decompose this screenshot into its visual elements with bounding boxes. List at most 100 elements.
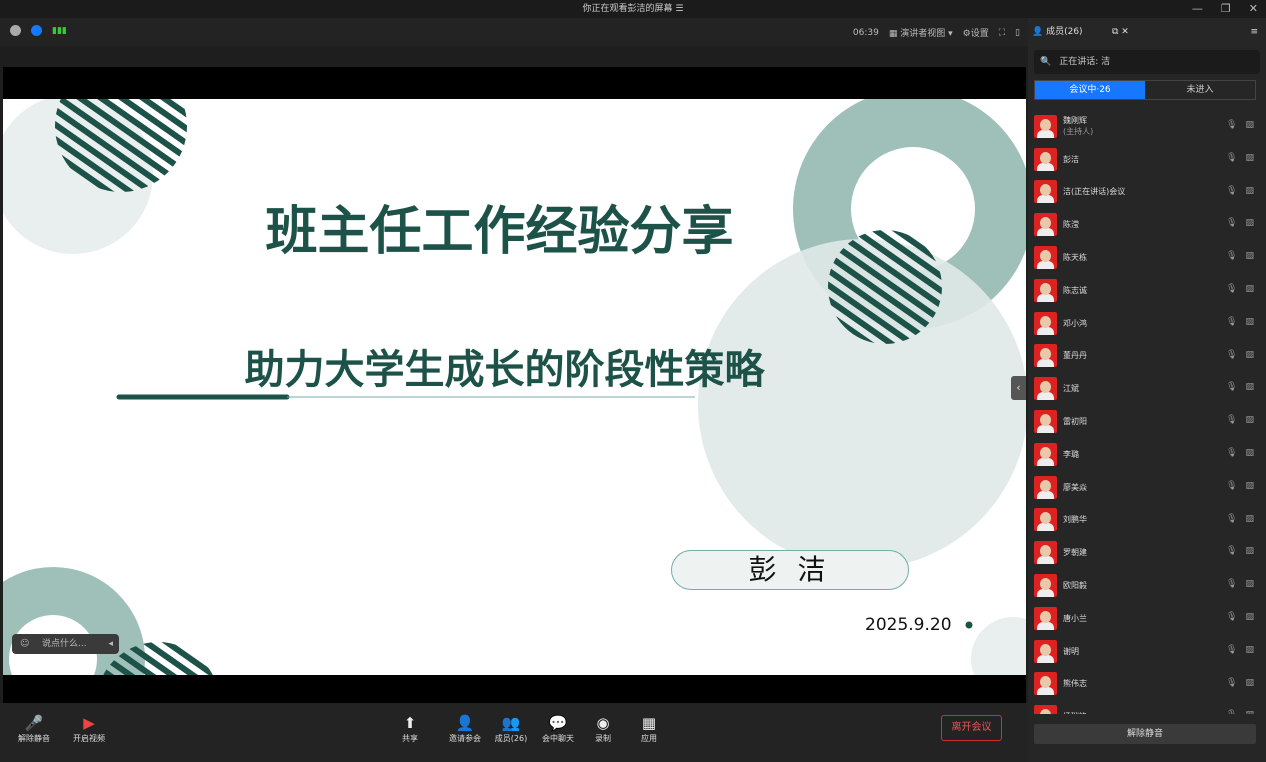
record-button[interactable]: ◉ 录制 <box>578 713 628 744</box>
mic-icon[interactable]: 🎙 <box>1226 186 1237 196</box>
member-row[interactable]: 刘鹏华 🎙 ▨ <box>1028 504 1266 537</box>
mic-icon[interactable]: 🎙 <box>1226 612 1237 622</box>
mic-icon[interactable]: 🎙 <box>1226 153 1237 163</box>
member-search[interactable]: 🔍 正在讲话: 洁 <box>1034 50 1260 74</box>
mic-icon[interactable]: 🎙 <box>1226 678 1237 688</box>
mic-icon[interactable]: 🎙 <box>1226 710 1237 714</box>
mic-icon[interactable]: 🎙 <box>1226 350 1237 360</box>
member-row[interactable]: 廖美焱 🎙 ▨ <box>1028 471 1266 504</box>
camera-off-icon[interactable]: ▨ <box>1245 317 1254 327</box>
mic-icon[interactable]: 🎙 <box>1226 481 1237 491</box>
avatar <box>1034 180 1057 204</box>
mic-icon[interactable]: 🎙 <box>1226 120 1237 130</box>
member-row[interactable]: 唐小兰 🎙 ▨ <box>1028 602 1266 635</box>
member-row[interactable]: 李璐 🎙 ▨ <box>1028 438 1266 471</box>
slide-subtitle: 助力大学生成长的阶段性策略 <box>244 346 765 393</box>
mic-icon[interactable]: 🎙 <box>1226 218 1237 228</box>
settings-button[interactable]: ⚙设置 <box>963 26 989 39</box>
member-row[interactable]: 杨瑞锋🎙▨ <box>1028 700 1266 714</box>
camera-off-icon[interactable]: ▨ <box>1245 579 1254 589</box>
collapse-left-icon[interactable]: ◂ <box>108 634 113 654</box>
camera-off-icon[interactable]: ▨ <box>1245 710 1254 714</box>
camera-off-icon[interactable]: ▨ <box>1245 514 1254 524</box>
member-status: 🎙▨ <box>1226 382 1254 392</box>
mic-icon[interactable]: 🎙 <box>1226 546 1237 556</box>
mic-icon[interactable]: 🎙 <box>1226 645 1237 655</box>
mic-icon[interactable]: 🎙 <box>1226 317 1237 327</box>
slide-title: 班主任工作经验分享 <box>265 201 734 262</box>
search-icon[interactable]: 🔍 <box>1040 50 1051 74</box>
member-row[interactable]: 熊伟志 🎙 ▨ <box>1028 668 1266 701</box>
leave-meeting-button[interactable]: 离开会议 <box>941 715 1002 741</box>
member-row[interactable]: 陈天栋 🎙 ▨ <box>1028 241 1266 274</box>
mic-icon[interactable]: 🎙 <box>1226 382 1237 392</box>
camera-off-icon[interactable]: ▨ <box>1245 678 1254 688</box>
camera-off-icon[interactable]: ▨ <box>1245 645 1254 655</box>
member-status: 🎙▨ <box>1226 514 1254 524</box>
maximize-icon[interactable]: ❐ <box>1221 0 1231 18</box>
member-row[interactable]: 洁(正在讲话)会议 🎙 ▨ <box>1028 176 1266 209</box>
unmute-button[interactable]: 🎤 解除静音 <box>9 713 59 744</box>
mic-icon[interactable]: 🎙 <box>1226 284 1237 294</box>
fullscreen-icon[interactable]: ⛶ <box>999 28 1005 38</box>
camera-off-icon[interactable]: ▨ <box>1245 284 1254 294</box>
mic-icon[interactable]: 🎙 <box>1226 579 1237 589</box>
member-row[interactable]: 陈志诚 🎙 ▨ <box>1028 274 1266 307</box>
member-name-text: 唐小兰 <box>1063 613 1087 623</box>
invite-button[interactable]: 👤 邀请参会 <box>440 713 490 744</box>
chat-quick-input[interactable]: ☺ 说点什么... ◂ <box>12 634 119 654</box>
popout-icon[interactable]: ⧉ ✕ <box>1112 18 1129 46</box>
tab-not-joined[interactable]: 未进入 <box>1145 81 1255 99</box>
collapse-panel-icon[interactable]: ‹ <box>1011 376 1026 400</box>
settings-label: 设置 <box>970 29 989 39</box>
member-row[interactable]: 彭洁 🎙 ▨ <box>1028 143 1266 176</box>
shield-icon[interactable] <box>31 25 42 36</box>
video-button[interactable]: ▶ 开启视频 <box>64 713 114 744</box>
signal-icon[interactable]: ▮▮▮ <box>52 26 67 36</box>
member-name-text: 罗朝建 <box>1063 548 1087 558</box>
member-row[interactable]: 邓小鸿 🎙 ▨ <box>1028 307 1266 340</box>
unmute-all-button[interactable]: 解除静音 <box>1034 724 1256 744</box>
camera-off-icon[interactable]: ▨ <box>1245 251 1254 261</box>
camera-off-icon[interactable]: ▨ <box>1245 546 1254 556</box>
camera-off-icon[interactable]: ▨ <box>1245 481 1254 491</box>
mic-icon[interactable]: 🎙 <box>1226 514 1237 524</box>
tab-in-meeting[interactable]: 会议中·26 <box>1035 81 1145 99</box>
mic-icon[interactable]: 🎙 <box>1226 415 1237 425</box>
camera-off-icon[interactable]: ▨ <box>1245 415 1254 425</box>
member-row[interactable]: 陈滢 🎙 ▨ <box>1028 208 1266 241</box>
info-icon[interactable] <box>10 25 21 36</box>
avatar <box>1034 344 1057 368</box>
member-row[interactable]: 魏刚辉 (主持人) 🎙 ▨ <box>1028 110 1266 143</box>
member-row[interactable]: 江斌 🎙 ▨ <box>1028 372 1266 405</box>
mic-icon[interactable]: 🎙 <box>1226 448 1237 458</box>
share-button[interactable]: ⬆ 共享 <box>385 713 435 744</box>
close-icon[interactable]: ✕ <box>1249 0 1258 18</box>
layout-icon[interactable]: ▯ <box>1015 28 1020 38</box>
camera-off-icon[interactable]: ▨ <box>1245 186 1254 196</box>
camera-off-icon[interactable]: ▨ <box>1245 612 1254 622</box>
camera-off-icon[interactable]: ▨ <box>1245 153 1254 163</box>
camera-off-icon[interactable]: ▨ <box>1245 120 1254 130</box>
member-row[interactable]: 董丹丹 🎙 ▨ <box>1028 340 1266 373</box>
menu-icon[interactable]: ≡ <box>1250 18 1258 46</box>
members-button[interactable]: 👥 成员(26) <box>486 713 536 744</box>
apps-button[interactable]: ▦ 应用 <box>624 713 674 744</box>
member-row[interactable]: 欧阳毅 🎙 ▨ <box>1028 569 1266 602</box>
member-status: 🎙▨ <box>1226 645 1254 655</box>
avatar <box>1034 574 1057 598</box>
camera-off-icon[interactable]: ▨ <box>1245 350 1254 360</box>
camera-off-icon[interactable]: ▨ <box>1245 218 1254 228</box>
view-mode-label: 演讲者视图 <box>900 29 946 39</box>
member-row[interactable]: 雷初阳 🎙 ▨ <box>1028 405 1266 438</box>
camera-off-icon[interactable]: ▨ <box>1245 448 1254 458</box>
member-row[interactable]: 罗朝建 🎙 ▨ <box>1028 536 1266 569</box>
chat-button[interactable]: 💬 会中聊天 <box>533 713 583 744</box>
panel-title: 成员(26) <box>1046 27 1083 37</box>
member-row[interactable]: 谢明 🎙 ▨ <box>1028 635 1266 668</box>
camera-off-icon[interactable]: ▨ <box>1245 382 1254 392</box>
emoji-icon[interactable]: ☺ <box>20 634 29 654</box>
minimize-icon[interactable]: — <box>1192 0 1203 18</box>
view-mode-button[interactable]: ▦ 演讲者视图 ▾ <box>889 26 953 39</box>
mic-icon[interactable]: 🎙 <box>1226 251 1237 261</box>
